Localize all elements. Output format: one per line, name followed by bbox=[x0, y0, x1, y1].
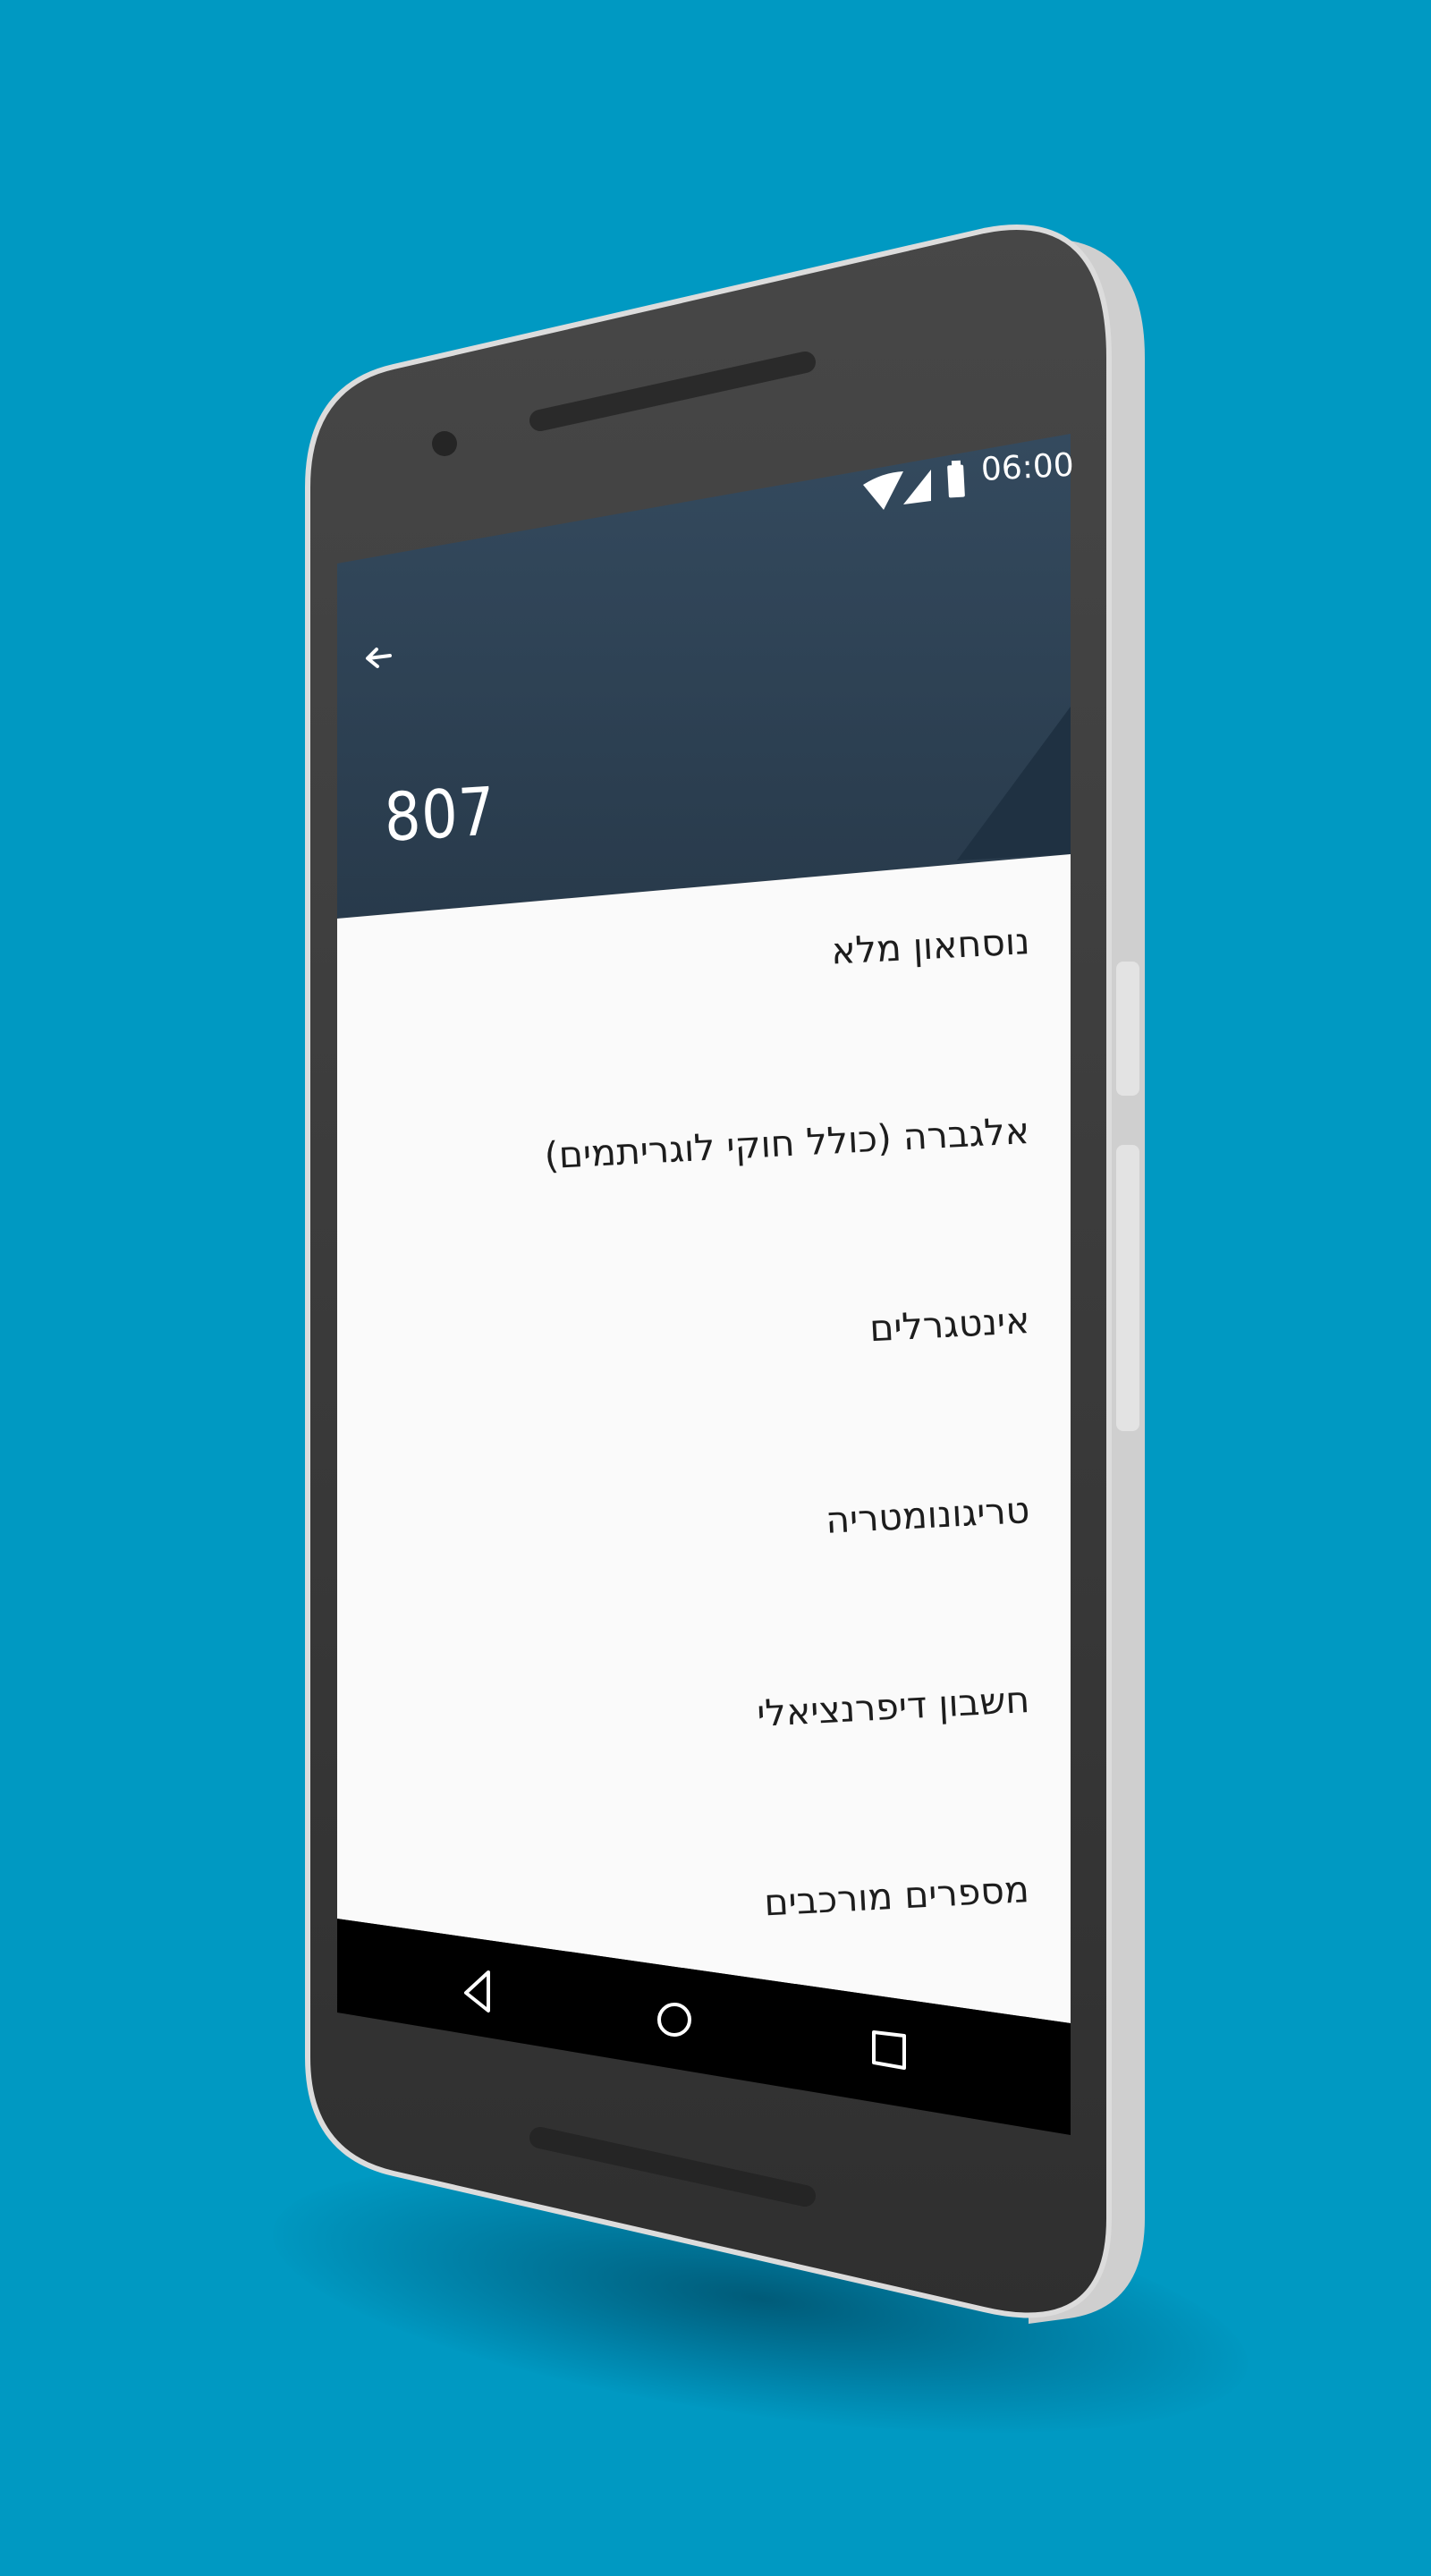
stage: 06:00 807 נוסחאון מלא אלגברה (כולל חוקי … bbox=[0, 0, 1431, 2576]
list-item-algebra[interactable]: אלגברה (כולל חוקי לוגריתמים) bbox=[544, 1109, 1031, 1177]
arrow-left-icon[interactable] bbox=[360, 637, 399, 676]
list-item-integrals[interactable]: אינטגרלים bbox=[868, 1299, 1031, 1350]
list-item-differential-calculus[interactable]: חשבון דיפרנציאלי bbox=[756, 1678, 1030, 1735]
page-title: 807 bbox=[383, 773, 497, 857]
screen-content: 06:00 807 נוסחאון מלא אלגברה (כולל חוקי … bbox=[0, 0, 1431, 2576]
list-item-complex-numbers[interactable]: מספרים מורכבים bbox=[764, 1868, 1031, 1924]
list-item-full-formula-sheet[interactable]: נוסחאון מלא bbox=[830, 919, 1031, 973]
status-time: 06:00 bbox=[980, 446, 1075, 488]
list-item-trigonometry[interactable]: טריגונומטריה bbox=[825, 1488, 1030, 1542]
